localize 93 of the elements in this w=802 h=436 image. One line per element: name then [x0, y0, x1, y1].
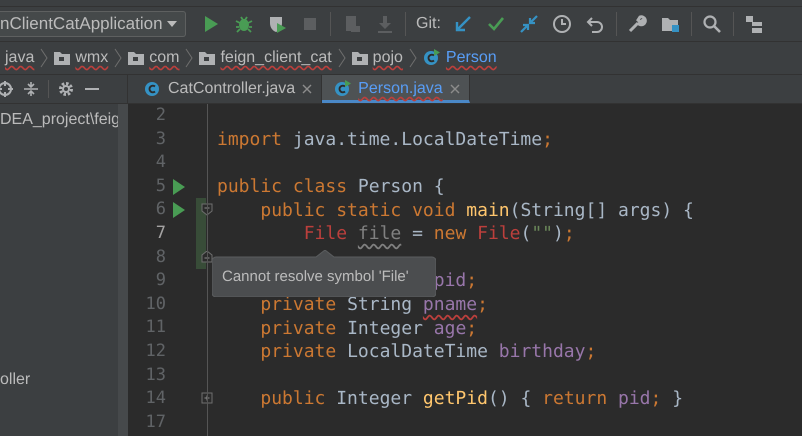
- line-number: 17: [144, 410, 166, 434]
- line-number: 2: [154, 104, 166, 128]
- code-token: private: [260, 293, 338, 318]
- line-number: 9: [154, 269, 166, 292]
- code-token: String: [347, 293, 414, 318]
- line-number: 10: [144, 292, 166, 316]
- code-token: public: [260, 387, 326, 412]
- line-number: 5: [154, 174, 166, 198]
- settings-icon[interactable]: [57, 80, 75, 98]
- code-token: (: [520, 222, 532, 246]
- folder-icon: [199, 51, 216, 65]
- code-token: File: [477, 222, 520, 246]
- code-token: pname: [422, 293, 478, 318]
- class-icon: [422, 49, 441, 67]
- close-icon[interactable]: [301, 83, 314, 95]
- code-token: new: [434, 222, 468, 246]
- locate-icon[interactable]: [0, 80, 14, 98]
- line-number: 11: [144, 316, 166, 340]
- breadcrumb-link[interactable]: pojo: [372, 46, 403, 70]
- code-token: }: [672, 387, 684, 412]
- code-token: birthday: [498, 340, 586, 364]
- arrow-down-left-icon[interactable]: [453, 14, 474, 34]
- line-number: 13: [144, 364, 166, 387]
- line-number: 3: [154, 128, 166, 151]
- code-token: java.time.LocalDateTime: [292, 128, 542, 152]
- project-path: DEA_project\feig: [0, 110, 120, 130]
- chevron-icon: [338, 48, 346, 68]
- code-token: () {: [488, 387, 532, 412]
- breadcrumb-link[interactable]: wmx: [75, 46, 108, 70]
- run-config-dropdown[interactable]: nClientCatApplication: [0, 11, 186, 37]
- code-token: Integer: [347, 316, 424, 341]
- wrench-icon[interactable]: [627, 14, 648, 34]
- code-token: (String[] args) {: [510, 198, 694, 223]
- clock-icon[interactable]: [552, 14, 572, 34]
- code-token: public class: [217, 175, 348, 200]
- code-token: file: [358, 222, 402, 246]
- code-token: LocalDateTime: [347, 340, 489, 364]
- breadcrumb-link[interactable]: feign_client_cat: [220, 46, 332, 70]
- folder-icon: [54, 51, 70, 65]
- code-token: ;: [466, 269, 478, 294]
- editor-tab[interactable]: Person.java: [322, 75, 470, 103]
- line-number: 14: [144, 387, 166, 410]
- code-token: private: [260, 316, 338, 341]
- code-token: ;: [466, 316, 478, 341]
- code-token: public static void: [260, 198, 456, 223]
- chevron-icon: [114, 48, 122, 68]
- tab-label: Person.java: [358, 79, 443, 99]
- code-token: age: [434, 316, 466, 341]
- code-token: import: [217, 128, 284, 152]
- run-icon[interactable]: [173, 202, 185, 218]
- code-token: getPid: [422, 387, 488, 412]
- search-icon[interactable]: [702, 14, 722, 34]
- code-token: Integer: [336, 387, 414, 412]
- caret-icon: [167, 21, 177, 27]
- merge-arrows-icon[interactable]: [519, 14, 540, 34]
- code-token: Person {: [358, 175, 445, 200]
- code-token: =: [412, 222, 424, 246]
- expand-fold-icon[interactable]: [201, 392, 213, 406]
- code-token: ;: [650, 387, 662, 412]
- scrollbar[interactable]: [118, 104, 128, 436]
- close-icon[interactable]: [448, 83, 461, 95]
- tooltip-text: Cannot resolve symbol 'File': [222, 267, 409, 287]
- code-token: ;: [585, 340, 596, 364]
- code-token: private: [260, 340, 338, 364]
- line-number: 6: [154, 198, 166, 222]
- run-icon[interactable]: [173, 178, 185, 195]
- folder-icon: [352, 51, 368, 65]
- line-number: 7: [154, 222, 166, 246]
- breadcrumb-link[interactable]: com: [149, 46, 180, 70]
- bug-icon[interactable]: [234, 14, 254, 34]
- code-token: ;: [542, 128, 553, 152]
- code-token: main: [466, 198, 510, 223]
- code-token: ;: [477, 293, 488, 318]
- code-token: pid: [618, 387, 651, 412]
- collapse-icon[interactable]: [22, 80, 40, 98]
- line-number: 8: [154, 246, 166, 269]
- code-token: File: [304, 222, 348, 246]
- tree-item[interactable]: oller: [0, 368, 30, 392]
- code-token: return: [542, 387, 608, 412]
- tab-label: CatController.java: [168, 79, 296, 99]
- code-token: "": [531, 222, 554, 246]
- breadcrumb-link[interactable]: Person: [446, 46, 497, 70]
- structure-icon[interactable]: [744, 14, 764, 34]
- chevron-icon: [408, 48, 417, 68]
- chevron-icon: [185, 48, 194, 68]
- line-number: 12: [144, 340, 166, 363]
- line-number: 4: [154, 151, 166, 174]
- git-label: Git:: [416, 14, 441, 34]
- breadcrumb-link[interactable]: java: [5, 46, 34, 70]
- code-token: ;: [564, 222, 575, 246]
- chevron-icon: [40, 48, 48, 68]
- code-token: ): [553, 222, 564, 246]
- folder-icon: [128, 51, 144, 65]
